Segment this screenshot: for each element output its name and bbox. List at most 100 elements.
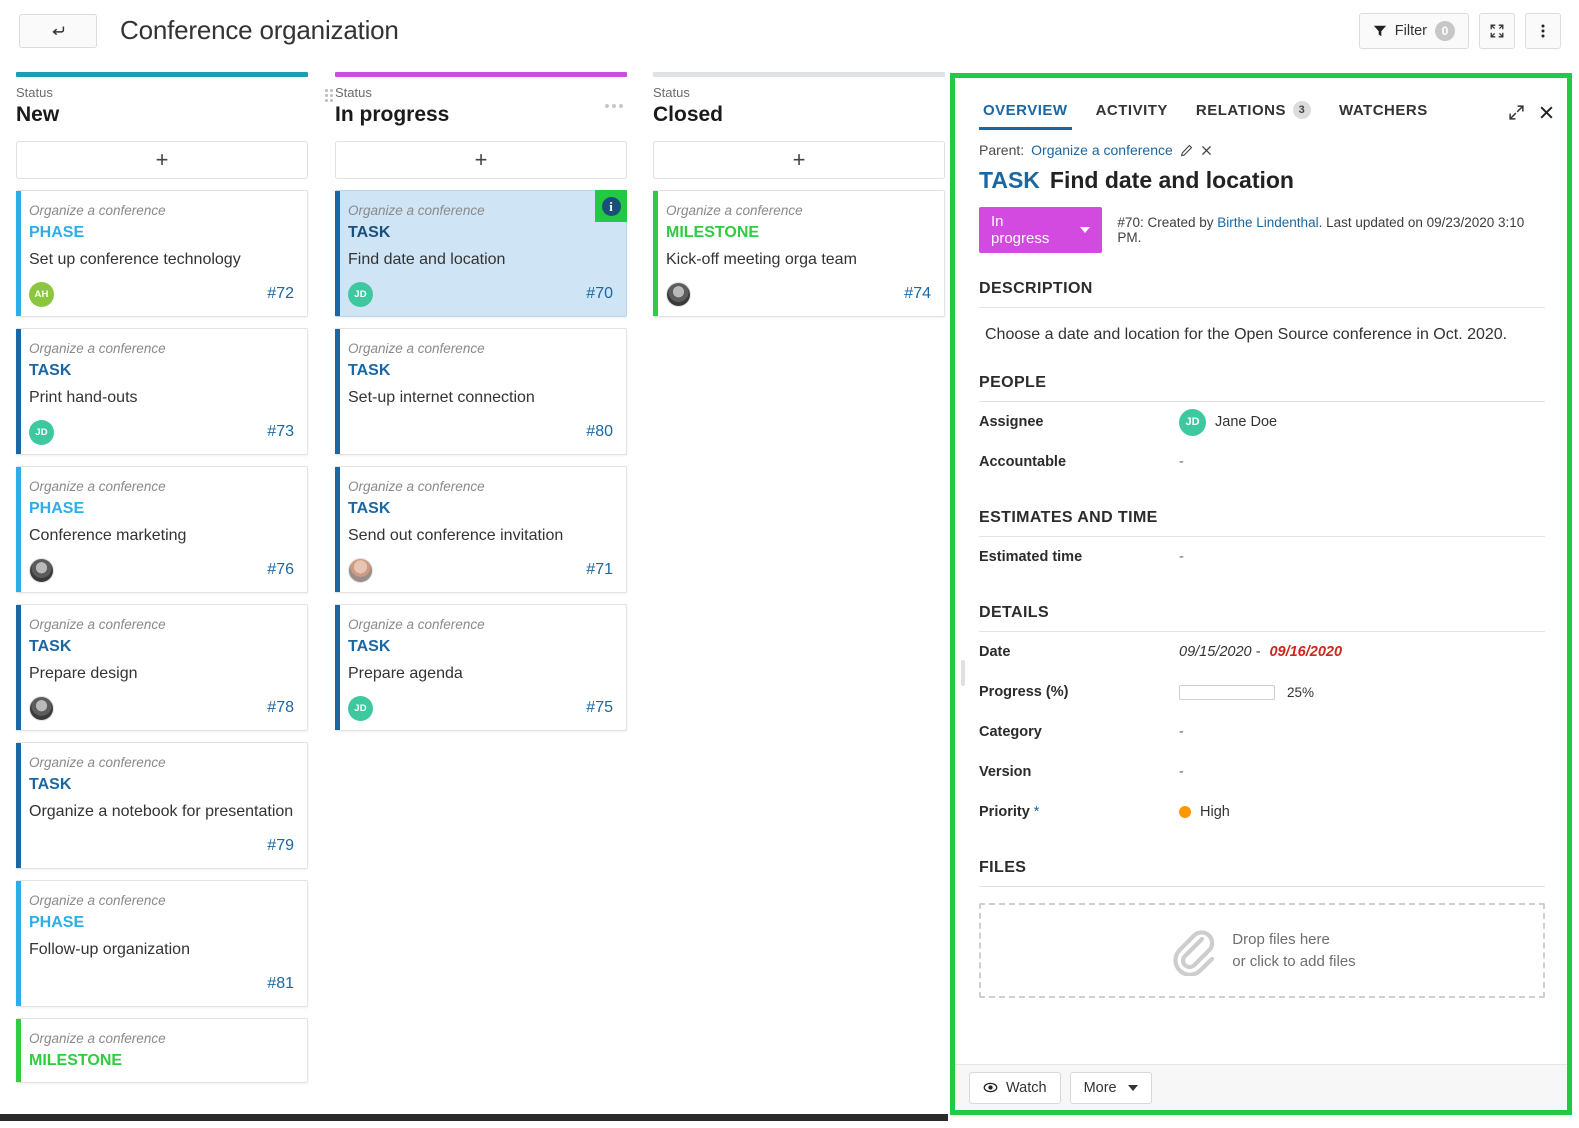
dropzone-line2: or click to add files xyxy=(1232,952,1356,970)
expand-button[interactable] xyxy=(1508,104,1525,121)
column-header: Status New xyxy=(16,77,308,132)
attribute-label: Category xyxy=(979,724,1042,740)
card-id: #75 xyxy=(586,699,613,716)
board-card[interactable]: Organize a conference TASK Send out conf… xyxy=(335,466,627,593)
edit-pencil-icon[interactable] xyxy=(1180,144,1193,157)
horizontal-scrollbar[interactable] xyxy=(0,1113,948,1122)
attribute-value[interactable]: JD Jane Doe xyxy=(1179,408,1277,436)
parent-breadcrumb: Parent: Organize a conference xyxy=(969,130,1545,158)
board-card[interactable]: Organize a conference PHASE Follow-up or… xyxy=(16,880,308,1007)
back-button[interactable] xyxy=(19,14,97,48)
column-header: Status In progress xyxy=(325,77,627,132)
card-info-button[interactable]: i xyxy=(595,190,627,222)
detail-panel-actions xyxy=(1508,104,1555,130)
tab-label: ACTIVITY xyxy=(1095,102,1168,119)
card-project: Organize a conference xyxy=(29,341,166,356)
more-dropdown-button[interactable]: More xyxy=(1069,1071,1152,1104)
attribute-value[interactable]: 09/15/2020 - 09/16/2020 xyxy=(1179,644,1342,660)
column-name: In progress xyxy=(335,103,450,126)
avatar[interactable] xyxy=(29,557,54,583)
card-footer: #71 xyxy=(348,557,613,583)
wp-subject[interactable]: Find date and location xyxy=(1050,167,1294,193)
tab-activity[interactable]: ACTIVITY xyxy=(1082,102,1182,130)
avatar[interactable] xyxy=(666,281,691,307)
card-footer: #81 xyxy=(29,971,294,997)
card-type: PHASE xyxy=(29,500,85,517)
chevron-down-icon xyxy=(1127,1084,1138,1091)
section-details: DETAILS Date 09/15/2020 - 09/16/2020 Pro… xyxy=(969,604,1545,832)
avatar[interactable] xyxy=(348,557,373,583)
parent-link[interactable]: Organize a conference xyxy=(1031,142,1173,158)
board-card[interactable]: Organize a conference MILESTONE Kick-off… xyxy=(653,190,945,317)
column-name: Closed xyxy=(653,103,724,126)
board-card[interactable]: Organize a conference TASK Prepare desig… xyxy=(16,604,308,731)
vertical-dots-icon xyxy=(1541,24,1545,38)
file-dropzone[interactable]: Drop files here or click to add files xyxy=(979,903,1545,998)
card-id: #78 xyxy=(267,699,294,716)
avatar[interactable]: JD xyxy=(348,281,373,307)
board-card[interactable]: Organize a conference TASK Print hand-ou… xyxy=(16,328,308,455)
card-id: #72 xyxy=(267,285,294,302)
attribute-value[interactable]: High xyxy=(1179,804,1230,820)
section-title: DETAILS xyxy=(979,604,1050,621)
attribute-value[interactable]: - xyxy=(1179,454,1184,470)
tab-relations[interactable]: RELATIONS 3 xyxy=(1182,101,1325,130)
column-drag-handle[interactable] xyxy=(325,89,333,111)
tab-watchers[interactable]: WATCHERS xyxy=(1325,102,1442,130)
column-header: Status Closed xyxy=(653,77,945,132)
required-marker: * xyxy=(1033,804,1040,820)
dropzone-text: Drop files here or click to add files xyxy=(1232,929,1355,973)
attribute-label: Progress (%) xyxy=(979,684,1069,700)
board-column-new: Status New + Organize a conference PHASE… xyxy=(16,72,308,1083)
avatar[interactable]: JD xyxy=(348,695,373,721)
tab-overview[interactable]: OVERVIEW xyxy=(969,102,1082,130)
attribute-value[interactable]: - xyxy=(1179,764,1184,780)
avatar[interactable]: JD xyxy=(29,419,54,445)
board-card[interactable]: Organize a conference TASK Prepare agend… xyxy=(335,604,627,731)
meta-id-prefix: #70: Created by xyxy=(1117,215,1214,230)
board-card[interactable]: Organize a conference MILESTONE xyxy=(16,1018,308,1083)
attribute-value[interactable]: - xyxy=(1179,724,1184,740)
board-card-selected[interactable]: i Organize a conference TASK Find date a… xyxy=(335,190,627,317)
work-package-meta: In progress #70: Created by Birthe Linde… xyxy=(969,195,1545,253)
attribute-label: Assignee xyxy=(979,414,1044,430)
card-project: Organize a conference xyxy=(666,203,803,218)
status-dropdown[interactable]: In progress xyxy=(979,207,1103,253)
avatar[interactable] xyxy=(29,695,54,721)
card-type: TASK xyxy=(348,362,391,379)
card-footer: JD #73 xyxy=(29,419,294,445)
watch-button[interactable]: Watch xyxy=(969,1071,1061,1104)
category-value: - xyxy=(1179,724,1184,740)
attribute-value[interactable]: - xyxy=(1179,549,1184,565)
more-options-button[interactable] xyxy=(1525,13,1561,49)
chevron-down-icon xyxy=(1080,227,1091,233)
card-footer: #76 xyxy=(29,557,294,583)
column-status-label: Status xyxy=(16,85,53,100)
card-project: Organize a conference xyxy=(348,341,485,356)
close-panel-button[interactable] xyxy=(1538,104,1555,121)
description-text[interactable]: Choose a date and location for the Open … xyxy=(969,308,1545,347)
add-card-button[interactable]: + xyxy=(16,141,308,179)
board-card[interactable]: Organize a conference TASK Organize a no… xyxy=(16,742,308,869)
add-card-button[interactable]: + xyxy=(653,141,945,179)
add-card-button[interactable]: + xyxy=(335,141,627,179)
attribute-value[interactable]: 25% xyxy=(1179,684,1314,700)
assignee-avatar: JD xyxy=(1179,408,1206,436)
card-id: #79 xyxy=(267,837,294,854)
card-subject: Send out conference invitation xyxy=(348,527,564,544)
filter-icon xyxy=(1373,25,1386,37)
board-card[interactable]: Organize a conference TASK Set-up intern… xyxy=(335,328,627,455)
board-card[interactable]: Organize a conference PHASE Set up confe… xyxy=(16,190,308,317)
avatar[interactable]: AH xyxy=(29,281,54,307)
filter-label: Filter xyxy=(1394,23,1427,39)
scroll-indicator[interactable] xyxy=(961,660,965,686)
remove-parent-icon[interactable] xyxy=(1200,144,1213,157)
fullscreen-button[interactable] xyxy=(1479,13,1515,49)
column-menu-button[interactable] xyxy=(605,104,623,108)
card-id: #76 xyxy=(267,561,294,578)
filter-button[interactable]: Filter 0 xyxy=(1358,13,1469,49)
card-project: Organize a conference xyxy=(29,203,166,218)
card-type: PHASE xyxy=(29,224,85,241)
board-card[interactable]: Organize a conference PHASE Conference m… xyxy=(16,466,308,593)
author-link[interactable]: Birthe Lindenthal xyxy=(1217,215,1318,230)
